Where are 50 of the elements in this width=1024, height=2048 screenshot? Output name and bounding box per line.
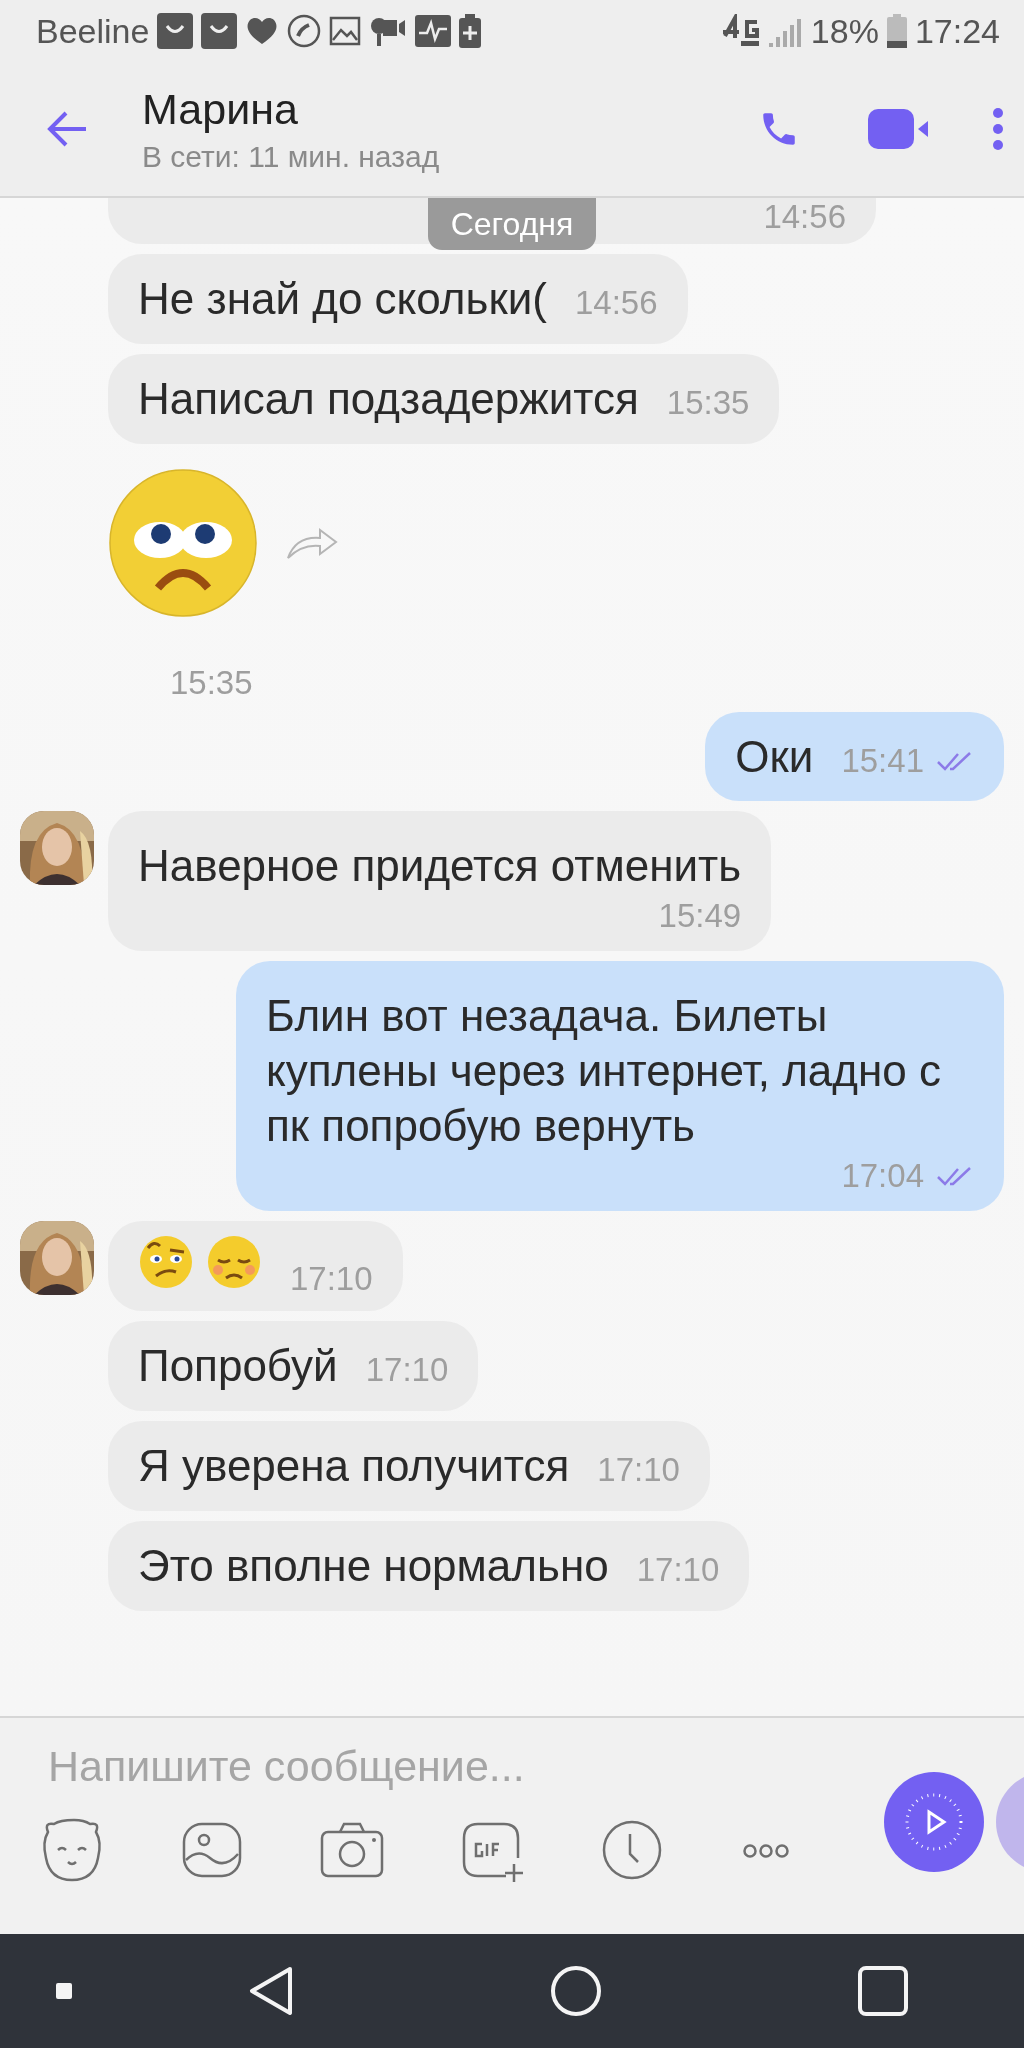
message-time: 17:10 <box>636 1551 720 1589</box>
message-time: 17:10 <box>365 1351 449 1390</box>
message-text: Попробуй <box>138 1340 338 1393</box>
back-button[interactable] <box>46 110 88 148</box>
message-text: Не знай до скольки( <box>138 273 547 325</box>
home-button[interactable] <box>550 1965 602 2017</box>
message-time: 17:10 <box>290 1260 373 1299</box>
message-time: 15:35 <box>666 383 750 422</box>
more-vertical-icon <box>992 107 1004 151</box>
more-menu-button[interactable] <box>992 107 1004 151</box>
message-time: 14:56 <box>574 284 658 322</box>
message-time: 15:41 <box>841 741 924 780</box>
clock: 17:24 <box>914 11 1000 51</box>
notification-icon <box>157 13 194 49</box>
message-input-field[interactable]: Напишите сообщение... <box>48 1740 848 1792</box>
recents-button[interactable] <box>858 1966 908 2016</box>
message-text: Это вполне нормально <box>138 1540 609 1592</box>
battery-plus-icon <box>459 14 482 48</box>
activity-icon <box>415 15 452 47</box>
video-call-button[interactable] <box>868 109 930 149</box>
back-triangle-icon <box>248 1965 294 2017</box>
play-icon <box>904 1792 964 1852</box>
sad-face-emoji <box>206 1234 262 1291</box>
message-text: Я уверена получится <box>138 1440 570 1493</box>
recents-square-icon <box>858 1966 908 2016</box>
last-seen-status: В сети: 11 мин. назад <box>142 139 441 174</box>
notification-icon <box>201 13 238 49</box>
lte-icon <box>720 14 761 48</box>
video-camera-icon <box>868 109 930 149</box>
back-arrow-icon <box>46 110 88 148</box>
menu-dot-button[interactable] <box>56 1983 72 1999</box>
message-time: 15:49 <box>658 897 742 936</box>
date-chip: Сегодня <box>428 198 596 250</box>
more-horizontal-icon <box>740 1843 792 1859</box>
image-icon <box>329 16 362 46</box>
message-time: 15:35 <box>170 663 253 702</box>
skeptical-face-emoji <box>138 1234 194 1291</box>
battery-percent: 18% <box>810 11 879 51</box>
carrier-name: Beeline <box>36 11 150 51</box>
contact-name: Марина <box>142 84 299 134</box>
message-text: Наверное придется отменить <box>138 840 742 893</box>
message-time: 17:04 <box>841 1157 924 1196</box>
message-text: Написал подзадержится <box>138 372 639 425</box>
message-time: 17:10 <box>597 1451 680 1490</box>
message-text: Блин вот незадача. Билеты куплены через интернет, ладно с пк попробую вернуть <box>266 990 942 1153</box>
message-time: 14:56 <box>763 198 846 236</box>
back-nav-button[interactable] <box>248 1965 294 2017</box>
home-circle-icon <box>550 1965 602 2017</box>
battery-icon <box>886 14 907 48</box>
message-text: Оки <box>735 730 814 783</box>
